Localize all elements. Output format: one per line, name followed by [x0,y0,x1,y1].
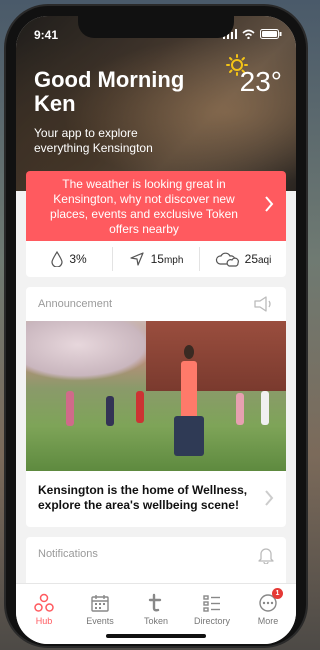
wind-value: 15 [150,252,164,266]
temperature: 23° [239,66,282,97]
stat-rain: 3% [26,247,113,271]
aqi-value: 25 [244,252,258,266]
weather-stats: 3% 15mph 25aqi [26,241,286,277]
home-indicator[interactable] [106,634,206,638]
status-icons [223,29,282,39]
stat-air-quality: 25aqi [200,247,286,271]
tab-directory-label: Directory [193,616,230,626]
notch [78,16,234,38]
tab-more-label: More [257,616,279,626]
chevron-right-icon [265,196,274,212]
announcement-text: Kensington is the home of Wellness, expl… [38,483,248,512]
tab-hub[interactable]: Hub [16,584,72,644]
chevron-right-icon [265,490,274,506]
stat-wind: 15mph [113,247,200,271]
stat-aqi-value: 25aqi [245,252,272,266]
bell-icon [258,548,274,564]
notification-badge: 1 [272,588,283,599]
status-time: 9:41 [34,28,59,42]
greeting-title: Good Morning Ken [34,67,185,116]
tab-events-label: Events [86,616,114,626]
clouds-icon [215,252,239,267]
token-icon [148,593,162,612]
wifi-icon [242,29,255,39]
content-scroll[interactable]: The weather is looking great in Kensingt… [16,171,296,597]
announcement-header: Announcement [26,287,286,321]
notifications-header: Notifications [26,537,286,571]
announcement-title: Announcement [38,298,112,310]
battery-icon [260,29,282,39]
banner-text: The weather is looking great in Kensingt… [50,177,238,236]
tab-more[interactable]: 1 More [240,584,296,644]
aqi-unit: aqi [258,255,272,266]
announcement-card[interactable]: Announcement Kensington is the home of W… [26,287,286,527]
announcement-photo[interactable] [26,321,286,471]
wind-direction-icon [129,252,144,266]
megaphone-icon [254,296,271,312]
notifications-title: Notifications [38,548,98,560]
raindrop-icon [51,251,63,267]
directory-list-icon [203,595,220,612]
tab-token-label: Token [143,616,169,626]
stat-wind-value: 15mph [151,252,184,266]
calendar-icon [91,595,109,612]
greeting-subtitle: Your app to explore everything Kensingto… [34,126,153,155]
app-screen: 9:41 Good Morning Ken Your app to explor… [16,16,296,644]
stat-rain-value: 3% [69,252,87,266]
hub-icon [34,593,54,612]
wind-unit: mph [163,255,184,266]
weather-banner[interactable]: The weather is looking great in Kensingt… [26,171,286,241]
tab-hub-label: Hub [35,616,53,626]
